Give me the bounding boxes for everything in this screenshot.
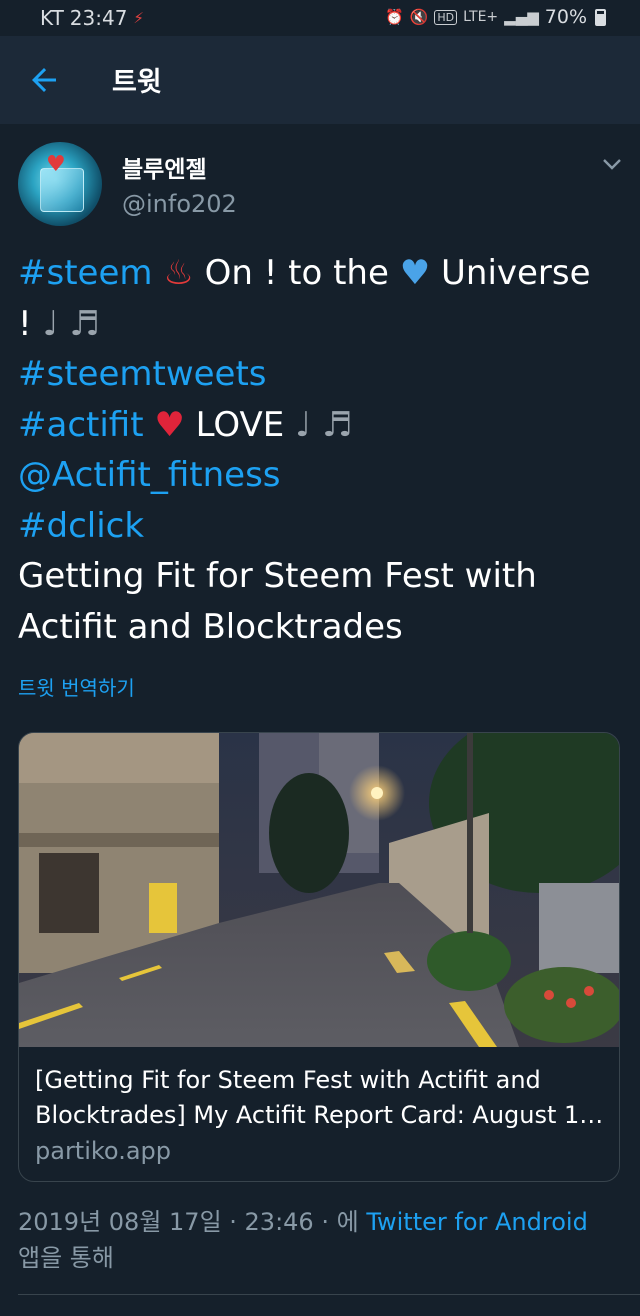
- user-handle[interactable]: @info202: [122, 190, 237, 218]
- link-card[interactable]: [Getting Fit for Steem Fest with Actifit…: [18, 732, 620, 1182]
- app-bar: 트윗: [0, 36, 640, 124]
- hashtag-link[interactable]: #steemtweets: [18, 354, 267, 394]
- signal-icon: ▂▄▆: [504, 8, 539, 26]
- hd-icon: HD: [434, 9, 458, 25]
- card-domain: partiko.app: [35, 1137, 171, 1165]
- tweet-text-span: On ! to the: [193, 253, 400, 293]
- tweet-text-span: [144, 405, 155, 445]
- tweet-text: #steem ♨ On ! to the ♥ Universe! ♩ ♬ #ste…: [18, 248, 628, 652]
- card-title-line-1: [Getting Fit for Steem Fest with Actifit…: [35, 1066, 541, 1094]
- source-suffix: 앱을 통해: [18, 1244, 114, 1272]
- notification-icon: ⚡: [133, 9, 144, 27]
- network-label: LTE+: [463, 9, 499, 25]
- back-button[interactable]: [26, 62, 62, 98]
- clock: 23:47: [69, 6, 128, 30]
- tweet-text-span: LOVE: [184, 404, 296, 445]
- card-title: [Getting Fit for Steem Fest with Actifit…: [35, 1063, 609, 1133]
- tweet-text-span: !: [18, 303, 43, 344]
- tweet-text-line: ! ♩ ♬: [18, 299, 628, 350]
- carrier-label: KT: [40, 6, 64, 30]
- emoji-icon: ♥: [399, 253, 431, 293]
- avatar-heart-icon: ♥: [46, 152, 66, 177]
- tweet-text-line: Getting Fit for Steem Fest with: [18, 551, 628, 602]
- music-notes-icon: ♩ ♬: [295, 404, 353, 445]
- tweet-text-line: #dclick: [18, 501, 628, 552]
- page-title: 트윗: [112, 67, 162, 98]
- avatar[interactable]: ♥: [18, 142, 102, 226]
- source-link[interactable]: Twitter for Android: [366, 1208, 587, 1236]
- card-title-line-2: Blocktrades] My Actifit Report Card: Aug…: [35, 1101, 604, 1129]
- tweet-meta: 2019년 08월 17일 · 23:46 · 에 Twitter for An…: [18, 1204, 624, 1276]
- tweet-text-span: Actifit and Blocktrades: [18, 606, 403, 647]
- arrow-left-icon: [32, 68, 56, 92]
- translate-tweet-link[interactable]: 트윗 번역하기: [18, 672, 135, 701]
- display-name[interactable]: 블루엔젤: [122, 150, 207, 184]
- hashtag-link[interactable]: #dclick: [18, 506, 144, 546]
- tweet-text-line: #steem ♨ On ! to the ♥ Universe: [18, 248, 628, 299]
- tweet-text-line: @Actifit_fitness: [18, 450, 628, 501]
- card-image: [19, 733, 619, 1047]
- status-left: KT 23:47 ⚡: [40, 6, 144, 30]
- tweet-text-line: Actifit and Blocktrades: [18, 602, 628, 653]
- tweet-text-line: #actifit ♥ LOVE ♩ ♬: [18, 400, 628, 451]
- tweet-menu-button[interactable]: [600, 154, 624, 174]
- emoji-icon: ♨: [163, 253, 194, 293]
- battery-icon: [595, 8, 606, 26]
- hashtag-link[interactable]: #actifit: [18, 405, 144, 445]
- mute-icon: 🔇: [409, 8, 429, 26]
- tweet-text-span: Getting Fit for Steem Fest with: [18, 556, 537, 596]
- status-bar: KT 23:47 ⚡ ⏰ 🔇 HD LTE+ ▂▄▆ 70%: [0, 0, 640, 36]
- tweet-text-span: Universe: [430, 253, 591, 293]
- tweet-text-span: [153, 253, 164, 293]
- chevron-down-icon: [603, 159, 621, 170]
- alarm-icon: ⏰: [385, 8, 404, 26]
- hashtag-link[interactable]: @Actifit_fitness: [18, 455, 281, 495]
- status-right: ⏰ 🔇 HD LTE+ ▂▄▆ 70%: [385, 6, 606, 28]
- tweet-text-line: #steemtweets: [18, 349, 628, 400]
- divider: [18, 1294, 640, 1295]
- hashtag-link[interactable]: #steem: [18, 253, 153, 293]
- tweet-timestamp: 2019년 08월 17일 · 23:46 · 에: [18, 1208, 367, 1236]
- battery-percent: 70%: [544, 6, 587, 28]
- music-notes-icon: ♩ ♬: [42, 303, 100, 344]
- emoji-icon: ♥: [154, 404, 185, 445]
